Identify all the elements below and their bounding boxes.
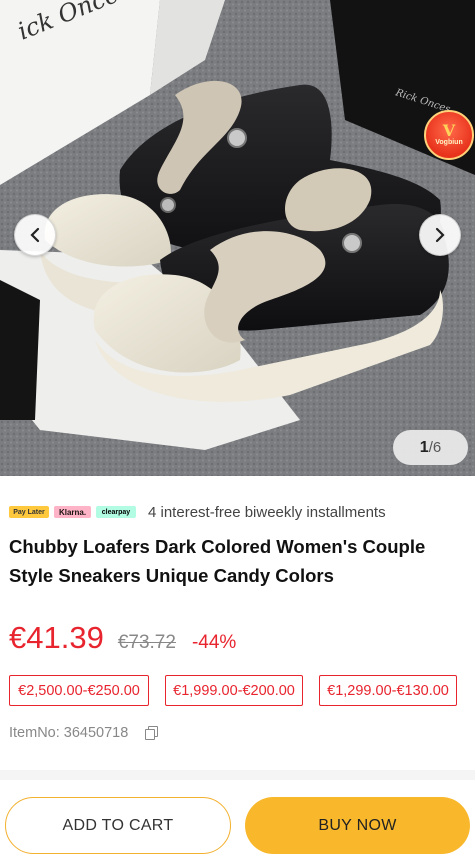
chevron-left-icon bbox=[30, 227, 40, 243]
badge-letter: V bbox=[442, 120, 456, 140]
product-title: Chubby Loafers Dark Colored Women's Coup… bbox=[9, 536, 426, 586]
price-row: €41.39 €73.72 -44% bbox=[9, 620, 236, 656]
item-number-row: ItemNo: 36450718 bbox=[9, 725, 159, 741]
badge-text: Vogbiun bbox=[435, 138, 463, 146]
coupon-list: €2,500.00-€250.00 €1,999.00-€200.00 €1,2… bbox=[9, 675, 457, 706]
previous-image-button[interactable] bbox=[14, 214, 56, 256]
discount-percent: -44% bbox=[191, 632, 237, 653]
installment-text: 4 interest-free biweekly installments bbox=[148, 503, 386, 521]
item-number: ItemNo: 36450718 bbox=[9, 725, 129, 741]
brand-badge-icon: V Vogbiun bbox=[424, 110, 474, 160]
section-divider bbox=[0, 770, 475, 780]
image-counter-total: /6 bbox=[428, 439, 442, 456]
payment-options-row[interactable]: Pay Later Klarna. clearpay 4 interest-fr… bbox=[9, 501, 386, 523]
current-price: €41.39 bbox=[9, 620, 104, 655]
image-counter-current: 1 bbox=[419, 438, 429, 456]
original-price: €73.72 bbox=[117, 632, 176, 653]
bottom-action-bar: ADD TO CART BUY NOW bbox=[0, 786, 475, 860]
coupon-tag[interactable]: €2,500.00-€250.00 bbox=[9, 675, 149, 706]
klarna-logo-icon: Klarna. bbox=[54, 506, 91, 518]
image-counter: 1/6 bbox=[393, 430, 468, 465]
coupon-tag[interactable]: €1,299.00-€130.00 bbox=[319, 675, 457, 706]
chevron-right-icon bbox=[435, 227, 445, 243]
add-to-cart-button[interactable]: ADD TO CART bbox=[5, 797, 231, 854]
paylater-logo-icon: Pay Later bbox=[9, 506, 49, 518]
clearpay-logo-icon: clearpay bbox=[96, 506, 136, 518]
next-image-button[interactable] bbox=[419, 214, 461, 256]
copy-icon[interactable] bbox=[144, 726, 159, 740]
coupon-tag[interactable]: €1,999.00-€200.00 bbox=[165, 675, 303, 706]
buy-now-button[interactable]: BUY NOW bbox=[245, 797, 470, 854]
product-photo: ick Onces Rick Onces bbox=[0, 0, 475, 476]
product-image-gallery[interactable]: ick Onces Rick Onces V Vogbiun 1/6 bbox=[0, 0, 475, 476]
